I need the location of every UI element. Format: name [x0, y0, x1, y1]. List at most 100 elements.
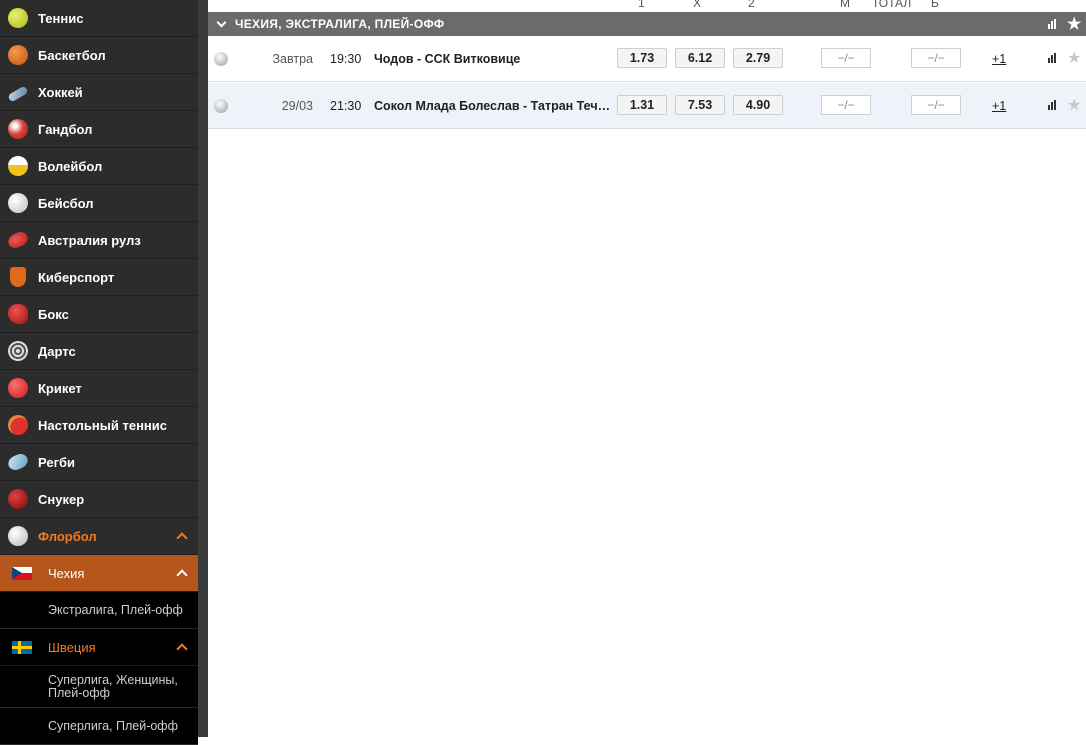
- more-markets-link[interactable]: +1: [992, 99, 1006, 113]
- sidebar-item-aussie-rules[interactable]: Австралия рулз: [0, 222, 198, 259]
- chevron-up-icon[interactable]: [176, 643, 188, 655]
- floorball-icon: [8, 526, 28, 546]
- sidebar-item-basketball[interactable]: Баскетбол: [0, 37, 198, 74]
- event-name[interactable]: Сокол Млада Болеслав - Татран Течтице: [374, 99, 614, 113]
- sidebar-country-label: Швеция: [48, 639, 96, 655]
- sidebar-item-label: Хоккей: [38, 84, 83, 100]
- event-time: 19:30: [330, 52, 362, 66]
- main-content: 1 X 2 М ТОТАЛ Б ЧЕХИЯ, ЭКСТРАЛИГА, ПЛЕЙ-…: [208, 0, 1086, 737]
- basketball-icon: [8, 45, 28, 65]
- table-tennis-icon: [8, 415, 28, 435]
- chevron-down-icon[interactable]: [216, 17, 227, 27]
- favorite-star-icon[interactable]: ★: [1067, 48, 1081, 68]
- sidebar-item-rugby[interactable]: Регби: [0, 444, 198, 481]
- total-m-button[interactable]: −/−: [821, 95, 871, 115]
- odd-1-button[interactable]: 1.31: [617, 95, 667, 115]
- odd-2-button[interactable]: 4.90: [733, 95, 783, 115]
- event-name[interactable]: Чодов - ССК Витковице: [374, 52, 614, 66]
- total-b-button[interactable]: −/−: [911, 48, 961, 68]
- total-b-button[interactable]: −/−: [911, 95, 961, 115]
- sidebar-item-label: Крикет: [38, 380, 82, 396]
- sidebar-country-label: Чехия: [48, 565, 85, 581]
- sidebar-league-czech-extraliga[interactable]: Экстралига, Плей-офф: [0, 592, 198, 629]
- czech-flag-icon: [12, 566, 32, 580]
- snooker-ball-icon: [8, 489, 28, 509]
- sidebar-item-label: Теннис: [38, 10, 84, 26]
- sidebar-league-label: Суперлига, Плей-офф: [48, 719, 178, 733]
- esports-icon: [10, 267, 26, 287]
- sidebar-item-label: Регби: [38, 454, 76, 470]
- favorite-star-icon[interactable]: ★: [1067, 95, 1081, 115]
- tennis-ball-icon: [8, 8, 28, 28]
- sidebar-item-floorball[interactable]: Флорбол: [0, 518, 198, 555]
- col-head-b: Б: [931, 0, 939, 10]
- sidebar-item-label: Флорбол: [38, 528, 97, 544]
- cricket-ball-icon: [8, 378, 28, 398]
- sidebar-item-label: Киберспорт: [38, 269, 115, 285]
- event-time: 21:30: [330, 99, 362, 113]
- handball-icon: [8, 119, 28, 139]
- sidebar-item-hockey[interactable]: Хоккей: [0, 74, 198, 111]
- sidebar-league-label: Суперлига, Женщины, Плей-офф: [48, 672, 178, 700]
- col-head-total: ТОТАЛ: [872, 0, 912, 10]
- sidebar-item-volleyball[interactable]: Волейбол: [0, 148, 198, 185]
- odd-1-button[interactable]: 1.73: [617, 48, 667, 68]
- odd-2-button[interactable]: 2.79: [733, 48, 783, 68]
- aussie-rules-ball-icon: [5, 229, 31, 251]
- baseball-icon: [8, 193, 28, 213]
- total-m-button[interactable]: −/−: [821, 48, 871, 68]
- section-title: ЧЕХИЯ, ЭКСТРАЛИГА, ПЛЕЙ-ОФФ: [235, 17, 445, 31]
- volleyball-icon: [8, 156, 28, 176]
- sidebar-item-darts[interactable]: Дартс: [0, 333, 198, 370]
- sweden-flag-icon: [12, 640, 32, 654]
- sidebar-item-baseball[interactable]: Бейсбол: [0, 185, 198, 222]
- col-head-2: 2: [748, 0, 755, 10]
- sidebar-item-label: Баскетбол: [38, 47, 106, 63]
- odd-x-button[interactable]: 7.53: [675, 95, 725, 115]
- sidebar-item-label: Волейбол: [38, 158, 103, 174]
- sidebar-item-label: Снукер: [38, 491, 85, 507]
- stats-icon[interactable]: [1048, 19, 1058, 29]
- sidebar-divider: [198, 0, 208, 737]
- sidebar-item-snooker[interactable]: Снукер: [0, 481, 198, 518]
- sidebar: Теннис Баскетбол Хоккей Гандбол Волейбол…: [0, 0, 214, 745]
- sidebar-league-label: Экстралига, Плей-офф: [48, 603, 183, 617]
- col-head-x: X: [693, 0, 702, 10]
- sidebar-item-label: Гандбол: [38, 121, 93, 137]
- sidebar-item-tennis[interactable]: Теннис: [0, 0, 198, 37]
- sidebar-item-label: Бокс: [38, 306, 69, 322]
- event-date: 29/03: [281, 99, 313, 113]
- boxing-glove-icon: [8, 304, 28, 324]
- more-markets-link[interactable]: +1: [992, 52, 1006, 66]
- sidebar-item-label: Настольный теннис: [38, 417, 167, 433]
- hockey-stick-icon: [7, 85, 29, 103]
- event-row[interactable]: 29/03 21:30 Сокол Млада Болеслав - Татра…: [208, 83, 1086, 129]
- sidebar-item-esports[interactable]: Киберспорт: [0, 259, 198, 296]
- odd-x-button[interactable]: 6.12: [675, 48, 725, 68]
- darts-icon: [8, 341, 28, 361]
- col-head-m: М: [840, 0, 850, 10]
- sidebar-item-label: Дартс: [38, 343, 76, 359]
- sidebar-league-sweden-women[interactable]: Суперлига, Женщины, Плей-офф: [0, 666, 198, 708]
- sidebar-item-boxing[interactable]: Бокс: [0, 296, 198, 333]
- sidebar-item-cricket[interactable]: Крикет: [0, 370, 198, 407]
- stats-icon[interactable]: [1048, 100, 1058, 110]
- sidebar-item-handball[interactable]: Гандбол: [0, 111, 198, 148]
- league-section-header[interactable]: ЧЕХИЯ, ЭКСТРАЛИГА, ПЛЕЙ-ОФФ ★: [208, 12, 1086, 36]
- sidebar-country-czech[interactable]: Чехия: [0, 555, 214, 592]
- sidebar-country-sweden[interactable]: Швеция: [0, 629, 198, 666]
- col-head-1: 1: [638, 0, 645, 10]
- stats-icon[interactable]: [1048, 53, 1058, 63]
- floorball-icon: [214, 52, 228, 66]
- chevron-up-icon[interactable]: [176, 569, 188, 581]
- sidebar-item-table-tennis[interactable]: Настольный теннис: [0, 407, 198, 444]
- sidebar-item-label: Бейсбол: [38, 195, 94, 211]
- favorite-star-icon[interactable]: ★: [1067, 14, 1082, 34]
- event-row[interactable]: Завтра 19:30 Чодов - ССК Витковице 1.73 …: [208, 36, 1086, 82]
- sidebar-league-sweden-superliga[interactable]: Суперлига, Плей-офф: [0, 708, 198, 745]
- column-header-row: 1 X 2 М ТОТАЛ Б: [208, 0, 1086, 12]
- chevron-up-icon[interactable]: [176, 532, 188, 544]
- event-date: Завтра: [272, 52, 314, 66]
- rugby-ball-icon: [5, 451, 31, 473]
- sidebar-item-label: Австралия рулз: [38, 232, 141, 248]
